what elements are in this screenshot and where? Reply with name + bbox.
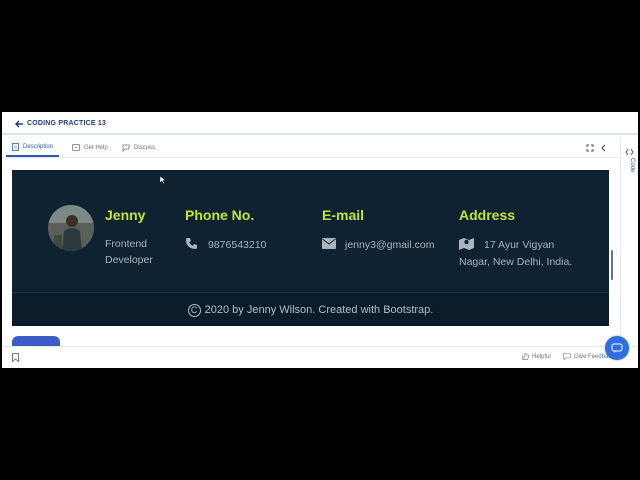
partial-button[interactable] (12, 336, 60, 346)
back-arrow-icon[interactable] (13, 118, 25, 130)
chevron-left-icon[interactable] (599, 143, 609, 153)
bottom-bar: Helpful Give Feedback (2, 346, 638, 368)
copyright-label: 2020 by Jenny Wilson. Created with Boots… (204, 304, 434, 316)
mouse-cursor-icon (160, 176, 166, 184)
email-value[interactable]: jenny3@gmail.com (345, 237, 434, 253)
avatar (48, 205, 94, 251)
bookmark-icon[interactable] (12, 353, 19, 362)
address-title: Address (459, 207, 516, 223)
expand-icon[interactable] (585, 143, 595, 153)
copyright-icon: C (187, 303, 201, 317)
chat-bubble-icon (611, 343, 623, 353)
profile-name: Jenny (105, 207, 146, 223)
profile-role-line1: Frontend (105, 238, 148, 250)
phone-icon (186, 238, 197, 249)
document-icon (12, 143, 19, 151)
helpful-label: Helpful (532, 353, 551, 360)
tab-description[interactable]: Description (6, 139, 60, 157)
thumbs-up-icon (522, 353, 529, 360)
tab-get-help-label: Get Help (84, 145, 108, 151)
app-window: CODING PRACTICE 13 Description Get Help … (2, 112, 638, 368)
tab-discuss-label: Discuss (134, 145, 156, 151)
tab-get-help[interactable]: Get Help (72, 139, 108, 157)
copyright-text: C 2020 by Jenny Wilson. Created with Boo… (12, 293, 609, 327)
phone-value: 9876543210 (208, 239, 267, 251)
profile-footer: Jenny Frontend Developer Phone No. 98765… (12, 170, 609, 326)
tab-bar: Description Get Help Discuss (2, 139, 620, 158)
code-panel-rail[interactable]: Code (620, 138, 638, 350)
address-line2: Nagar, New Delhi, India. (459, 256, 573, 268)
help-icon (72, 144, 80, 151)
chat-icon (122, 144, 130, 152)
profile-role-line2: Developer (105, 254, 153, 266)
code-icon (625, 148, 634, 156)
map-icon (459, 238, 474, 250)
floating-action-button[interactable] (605, 336, 629, 360)
email-title: E-mail (322, 207, 365, 223)
tab-discuss[interactable]: Discuss (122, 139, 155, 157)
scrollbar-thumb[interactable] (611, 250, 613, 280)
tab-description-label: Description (23, 144, 54, 150)
resize-handle-icon[interactable]: · · · (615, 245, 617, 258)
envelope-icon (322, 238, 336, 249)
address-line1: 17 Ayur Vigyan (484, 239, 555, 251)
feedback-icon (563, 353, 571, 360)
code-rail-label: Code (629, 158, 635, 173)
copyright-bar: C 2020 by Jenny Wilson. Created with Boo… (12, 292, 609, 326)
page-title: CODING PRACTICE 13 (27, 120, 107, 127)
top-bar: CODING PRACTICE 13 (2, 112, 638, 135)
phone-title: Phone No. (185, 207, 255, 223)
helpful-button[interactable]: Helpful (522, 353, 551, 360)
